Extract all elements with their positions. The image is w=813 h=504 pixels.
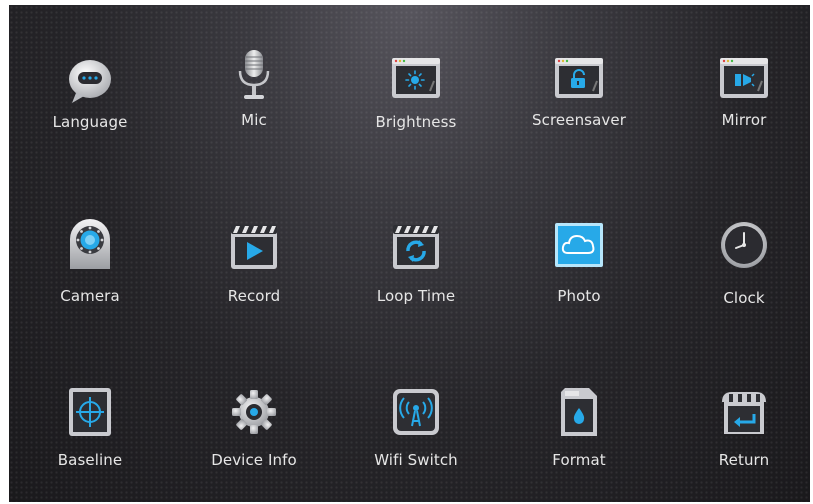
menu-item-record[interactable]: Record <box>184 215 324 325</box>
menu-item-device-info[interactable]: Device Info <box>184 380 324 490</box>
crosshair-icon <box>62 384 118 440</box>
menu-item-format[interactable]: Format <box>509 380 649 490</box>
menu-item-label: Clock <box>723 289 765 307</box>
gear-icon <box>226 384 282 440</box>
menu-item-loop-time[interactable]: Loop Time <box>346 215 486 325</box>
clock-icon <box>716 217 772 273</box>
menu-item-label: Record <box>227 287 281 305</box>
menu-item-label: Device Info <box>211 451 297 469</box>
menu-item-label: Return <box>718 451 770 469</box>
menu-item-mic[interactable]: Mic <box>184 45 324 155</box>
menu-item-label: Wifi Switch <box>374 451 458 469</box>
clapper-play-icon <box>226 219 282 275</box>
microphone-icon <box>226 47 282 103</box>
clapper-loop-icon <box>388 219 444 275</box>
menu-item-mirror[interactable]: Mirror <box>674 45 810 155</box>
settings-screen: Language Mic Brightness Screensaver Mirr… <box>9 5 810 502</box>
menu-item-label: Baseline <box>57 451 123 469</box>
wifi-antenna-icon <box>388 384 444 440</box>
menu-item-photo[interactable]: Photo <box>509 215 649 325</box>
menu-item-wifi-switch[interactable]: Wifi Switch <box>346 380 486 490</box>
menu-item-label: Mic <box>241 111 267 129</box>
mirror-window-icon <box>716 51 772 107</box>
return-icon <box>716 384 772 440</box>
speech-bubble-icon <box>62 53 118 109</box>
photo-cloud-icon <box>551 217 607 273</box>
camera-icon <box>62 215 118 271</box>
menu-item-screensaver[interactable]: Screensaver <box>509 45 649 155</box>
menu-item-label: Language <box>52 113 128 131</box>
menu-item-language[interactable]: Language <box>20 45 160 155</box>
menu-item-label: Format <box>552 451 606 469</box>
lock-window-icon <box>551 51 607 107</box>
menu-item-brightness[interactable]: Brightness <box>346 45 486 155</box>
menu-item-label: Camera <box>60 287 120 305</box>
menu-item-camera[interactable]: Camera <box>20 215 160 325</box>
menu-item-label: Photo <box>557 287 601 305</box>
menu-item-label: Brightness <box>375 113 457 131</box>
menu-item-label: Mirror <box>721 111 767 129</box>
menu-item-label: Loop Time <box>376 287 456 305</box>
brightness-window-icon <box>388 51 444 107</box>
menu-item-label: Screensaver <box>532 111 626 129</box>
menu-item-return[interactable]: Return <box>674 380 810 490</box>
sd-card-icon <box>551 384 607 440</box>
menu-item-clock[interactable]: Clock <box>674 215 810 325</box>
menu-item-baseline[interactable]: Baseline <box>20 380 160 490</box>
